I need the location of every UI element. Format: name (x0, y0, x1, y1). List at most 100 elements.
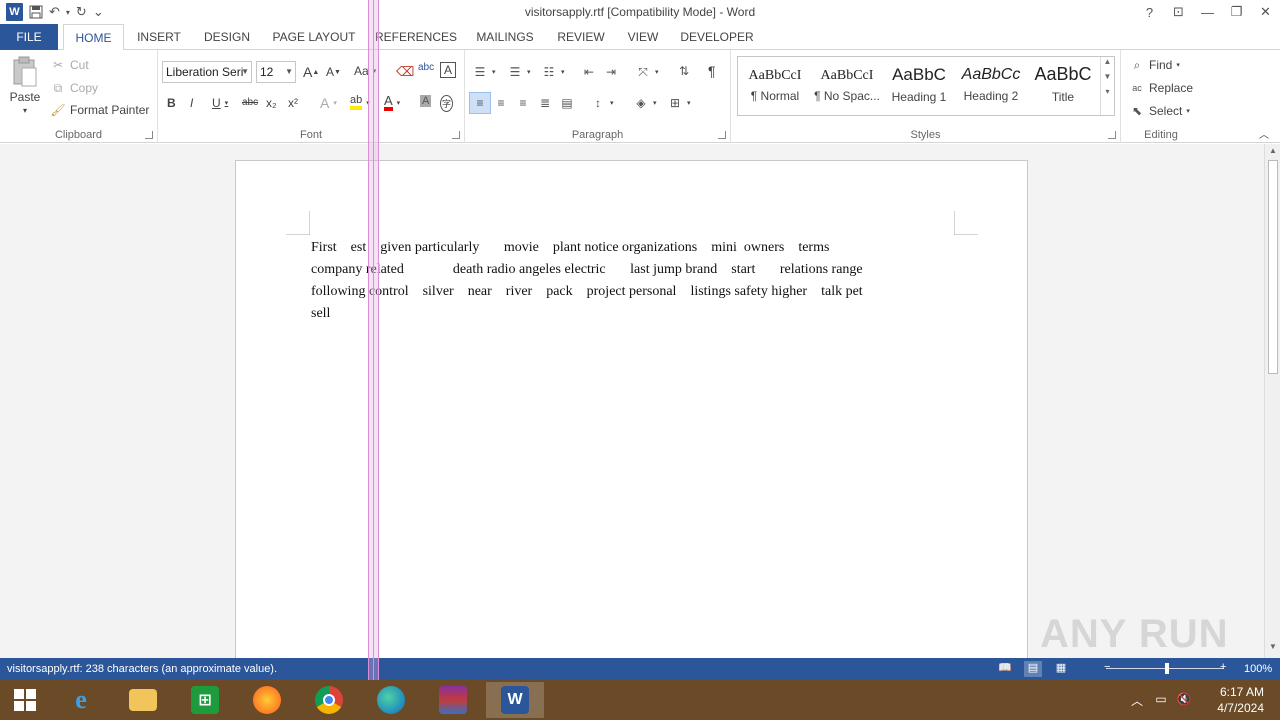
font-size-combo[interactable]: 12 ▼ (256, 61, 296, 83)
styles-more-icon[interactable]: ▾ (1101, 87, 1114, 96)
shading-button[interactable]: ◈ ▾ (633, 95, 656, 111)
asian-layout-button[interactable]: ⤧ ▾ (635, 64, 658, 80)
borders-button[interactable]: ⊞ ▾ (667, 95, 691, 111)
select-button[interactable]: ⬉ Select ▾ (1129, 103, 1190, 119)
phonetic-guide-button[interactable]: abc (418, 62, 434, 73)
document-body-text[interactable]: First est given particularly movie plant… (311, 237, 951, 325)
taskbar-store[interactable]: ⊞ (176, 682, 234, 718)
cut-button[interactable]: ✂ Cut (50, 57, 89, 73)
enclose-characters-button[interactable]: 字 (440, 95, 454, 112)
read-mode-icon[interactable]: 📖 (996, 661, 1014, 677)
multilevel-list-button[interactable]: ☷ ▾ (541, 64, 565, 80)
tab-view[interactable]: VIEW (622, 24, 664, 50)
align-right-icon: ≡ (519, 96, 527, 110)
tab-file[interactable]: FILE (0, 24, 58, 50)
align-right-button[interactable]: ≡ (515, 95, 531, 111)
decrease-indent-button[interactable]: ⇤ (581, 64, 597, 80)
tab-page-layout[interactable]: PAGE LAYOUT (268, 24, 360, 50)
bullets-button[interactable]: ☰ ▾ (472, 64, 496, 80)
watermark: ANY RUN (1040, 612, 1229, 656)
taskbar-internet-explorer[interactable]: e (52, 682, 110, 718)
tab-mailings[interactable]: MAILINGS (471, 24, 539, 50)
styles-down-icon[interactable]: ▼ (1101, 72, 1114, 81)
subscript-button[interactable]: x₂ (266, 96, 277, 110)
taskbar-edge[interactable] (362, 682, 420, 718)
taskbar-file-explorer[interactable] (114, 682, 172, 718)
show-formatting-button[interactable]: ¶ (708, 63, 716, 79)
collapse-ribbon-icon[interactable]: ︿ (1259, 126, 1269, 141)
clipboard-launcher-icon[interactable] (145, 131, 153, 139)
taskbar-clock[interactable]: 6:17 AM 4/7/2024 (1217, 684, 1264, 716)
zoom-out-button[interactable]: − (1104, 661, 1110, 673)
start-button[interactable] (0, 680, 50, 720)
zoom-in-button[interactable]: + (1220, 661, 1226, 673)
zoom-level[interactable]: 100% (1244, 663, 1272, 675)
print-layout-icon[interactable]: ▤ (1024, 661, 1042, 677)
document-page[interactable]: First est given particularly movie plant… (235, 160, 1028, 680)
close-button[interactable]: ✕ (1251, 0, 1280, 24)
styles-launcher-icon[interactable] (1108, 131, 1116, 139)
tab-insert[interactable]: INSERT (130, 24, 188, 50)
scroll-up-icon[interactable]: ▲ (1265, 146, 1280, 160)
tab-home[interactable]: HOME (63, 24, 124, 51)
align-center-button[interactable]: ≡ (493, 95, 509, 111)
taskbar-chrome[interactable] (300, 682, 358, 718)
font-size-dropdown-icon[interactable]: ▼ (285, 62, 293, 82)
character-border-button[interactable]: A (440, 62, 456, 78)
line-spacing-button[interactable]: ↕ ▾ (590, 95, 614, 111)
shrink-font-button[interactable]: A ▼ (326, 65, 341, 79)
grow-font-button[interactable]: A ▲ (303, 64, 319, 80)
superscript-button[interactable]: x² (288, 96, 298, 110)
font-name-combo[interactable]: Liberation Seri ▼ (162, 61, 252, 83)
highlight-button[interactable]: ab ▾ (350, 95, 370, 110)
volume-icon[interactable]: 🔇 (1176, 692, 1192, 708)
clear-formatting-button[interactable]: ⌫ (396, 64, 414, 80)
bold-button[interactable]: B (167, 96, 176, 110)
minimize-button[interactable]: — (1193, 0, 1222, 24)
taskbar-winrar[interactable] (424, 682, 482, 718)
underline-button[interactable]: U ▾ (212, 96, 228, 110)
font-launcher-icon[interactable] (452, 131, 460, 139)
style-title[interactable]: AaBbC Title (1028, 59, 1098, 113)
scroll-down-icon[interactable]: ▼ (1265, 642, 1280, 656)
chevron-up-icon[interactable]: ︿ (1129, 692, 1145, 708)
maximize-button[interactable]: ❐ (1222, 0, 1251, 24)
help-button[interactable]: ? (1135, 0, 1164, 24)
find-button[interactable]: ⌕ Find ▾ (1129, 57, 1180, 73)
text-effects-button[interactable]: A ▾ (320, 95, 337, 111)
character-shading-button[interactable]: A (420, 95, 432, 107)
ribbon-display-options-button[interactable]: ⊡ (1164, 0, 1193, 24)
distributed-button[interactable]: ▤ (559, 95, 575, 111)
font-name-dropdown-icon[interactable]: ▼ (241, 62, 249, 82)
format-painter-button[interactable]: 🖌 Format Painter (50, 102, 149, 118)
web-layout-icon[interactable]: ▦ (1052, 661, 1070, 677)
font-color-button[interactable]: A ▾ (384, 94, 400, 111)
style-no-spacing[interactable]: AaBbCcI ¶ No Spac... (812, 59, 882, 113)
tab-references[interactable]: REFERENCES (372, 24, 460, 50)
sort-button[interactable]: ⇅ (676, 63, 692, 79)
style-heading-1[interactable]: AaBbC Heading 1 (884, 59, 954, 113)
styles-scroll[interactable]: ▲ ▼ ▾ (1100, 57, 1114, 115)
copy-button[interactable]: ⧉ Copy (50, 80, 98, 96)
align-left-button[interactable]: ≡ (469, 92, 491, 114)
increase-indent-button[interactable]: ⇥ (603, 64, 619, 80)
scroll-thumb[interactable] (1268, 160, 1278, 374)
taskbar-word[interactable]: W (486, 682, 544, 718)
italic-button[interactable]: I (190, 96, 193, 110)
strikethrough-button[interactable]: abc (242, 97, 258, 108)
zoom-slider-knob[interactable] (1165, 663, 1169, 674)
style-heading-2[interactable]: AaBbCc Heading 2 (956, 59, 1026, 113)
paragraph-launcher-icon[interactable] (718, 131, 726, 139)
styles-up-icon[interactable]: ▲ (1101, 57, 1114, 66)
justify-button[interactable]: ≣ (537, 95, 553, 111)
network-icon[interactable]: ▭ (1153, 692, 1169, 708)
tab-design[interactable]: DESIGN (197, 24, 257, 50)
tab-developer[interactable]: DEVELOPER (679, 24, 755, 50)
vertical-scrollbar[interactable]: ▲ ▼ (1264, 144, 1280, 658)
tab-review[interactable]: REVIEW (553, 24, 609, 50)
numbering-button[interactable]: ☰ ▾ (507, 64, 531, 80)
replace-button[interactable]: ac Replace (1129, 80, 1193, 96)
paste-button[interactable]: Paste ▾ (8, 56, 42, 115)
style-normal[interactable]: AaBbCcI ¶ Normal (740, 59, 810, 113)
taskbar-firefox[interactable] (238, 682, 296, 718)
